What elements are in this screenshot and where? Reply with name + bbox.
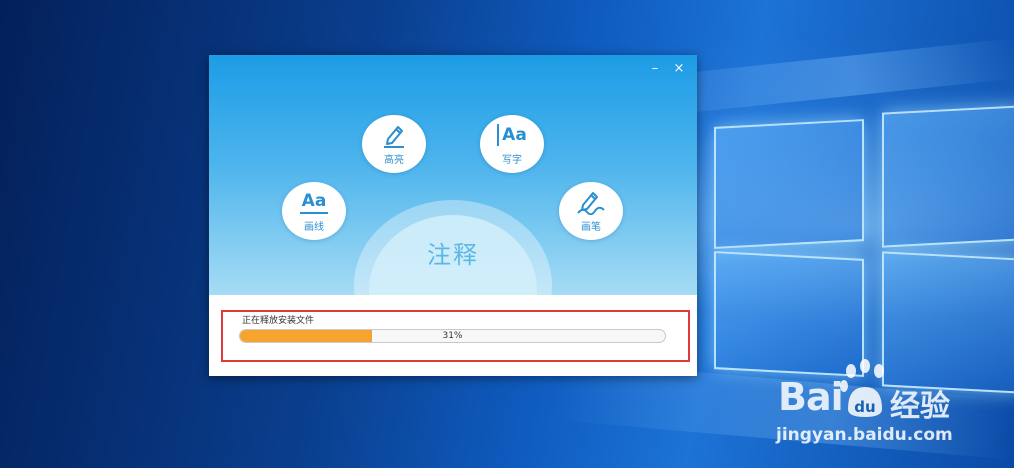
annotation-highlight-box <box>221 310 690 362</box>
paw-icon: du <box>838 359 894 419</box>
watermark-url: jingyan.baidu.com <box>776 425 953 445</box>
watermark-brand: 经验 <box>890 389 950 424</box>
watermark-logo-text: Bai <box>778 375 844 419</box>
baidu-jingyan-watermark: Baidu du 经验 jingyan.baidu.com <box>770 355 1010 465</box>
windows-logo-pane <box>714 119 864 249</box>
installer-banner: – × 注释 高亮 Aa 写字 Aa 画线 画笔 <box>209 55 697 295</box>
svg-text:du: du <box>854 398 875 416</box>
banner-title: 注释 <box>427 241 479 269</box>
pen-scribble-icon <box>559 188 623 216</box>
windows-logo-pane <box>882 105 1014 248</box>
close-button[interactable]: × <box>669 59 689 79</box>
feature-brush[interactable]: 画笔 <box>559 182 623 240</box>
feature-label: 画笔 <box>581 222 601 233</box>
feature-write-text[interactable]: Aa 写字 <box>480 115 544 173</box>
feature-highlight[interactable]: 高亮 <box>362 115 426 173</box>
minimize-button[interactable]: – <box>645 59 665 79</box>
feature-label: 写字 <box>502 155 522 166</box>
feature-label: 高亮 <box>384 155 404 166</box>
text-cursor-aa-icon: Aa <box>480 121 544 149</box>
text-aa-underline-icon: Aa <box>282 188 346 216</box>
feature-label: 画线 <box>304 222 324 233</box>
icon-glyph: Aa <box>502 125 527 145</box>
pen-underline-icon <box>362 121 426 149</box>
feature-draw-line[interactable]: Aa 画线 <box>282 182 346 240</box>
icon-glyph: Aa <box>301 190 327 211</box>
